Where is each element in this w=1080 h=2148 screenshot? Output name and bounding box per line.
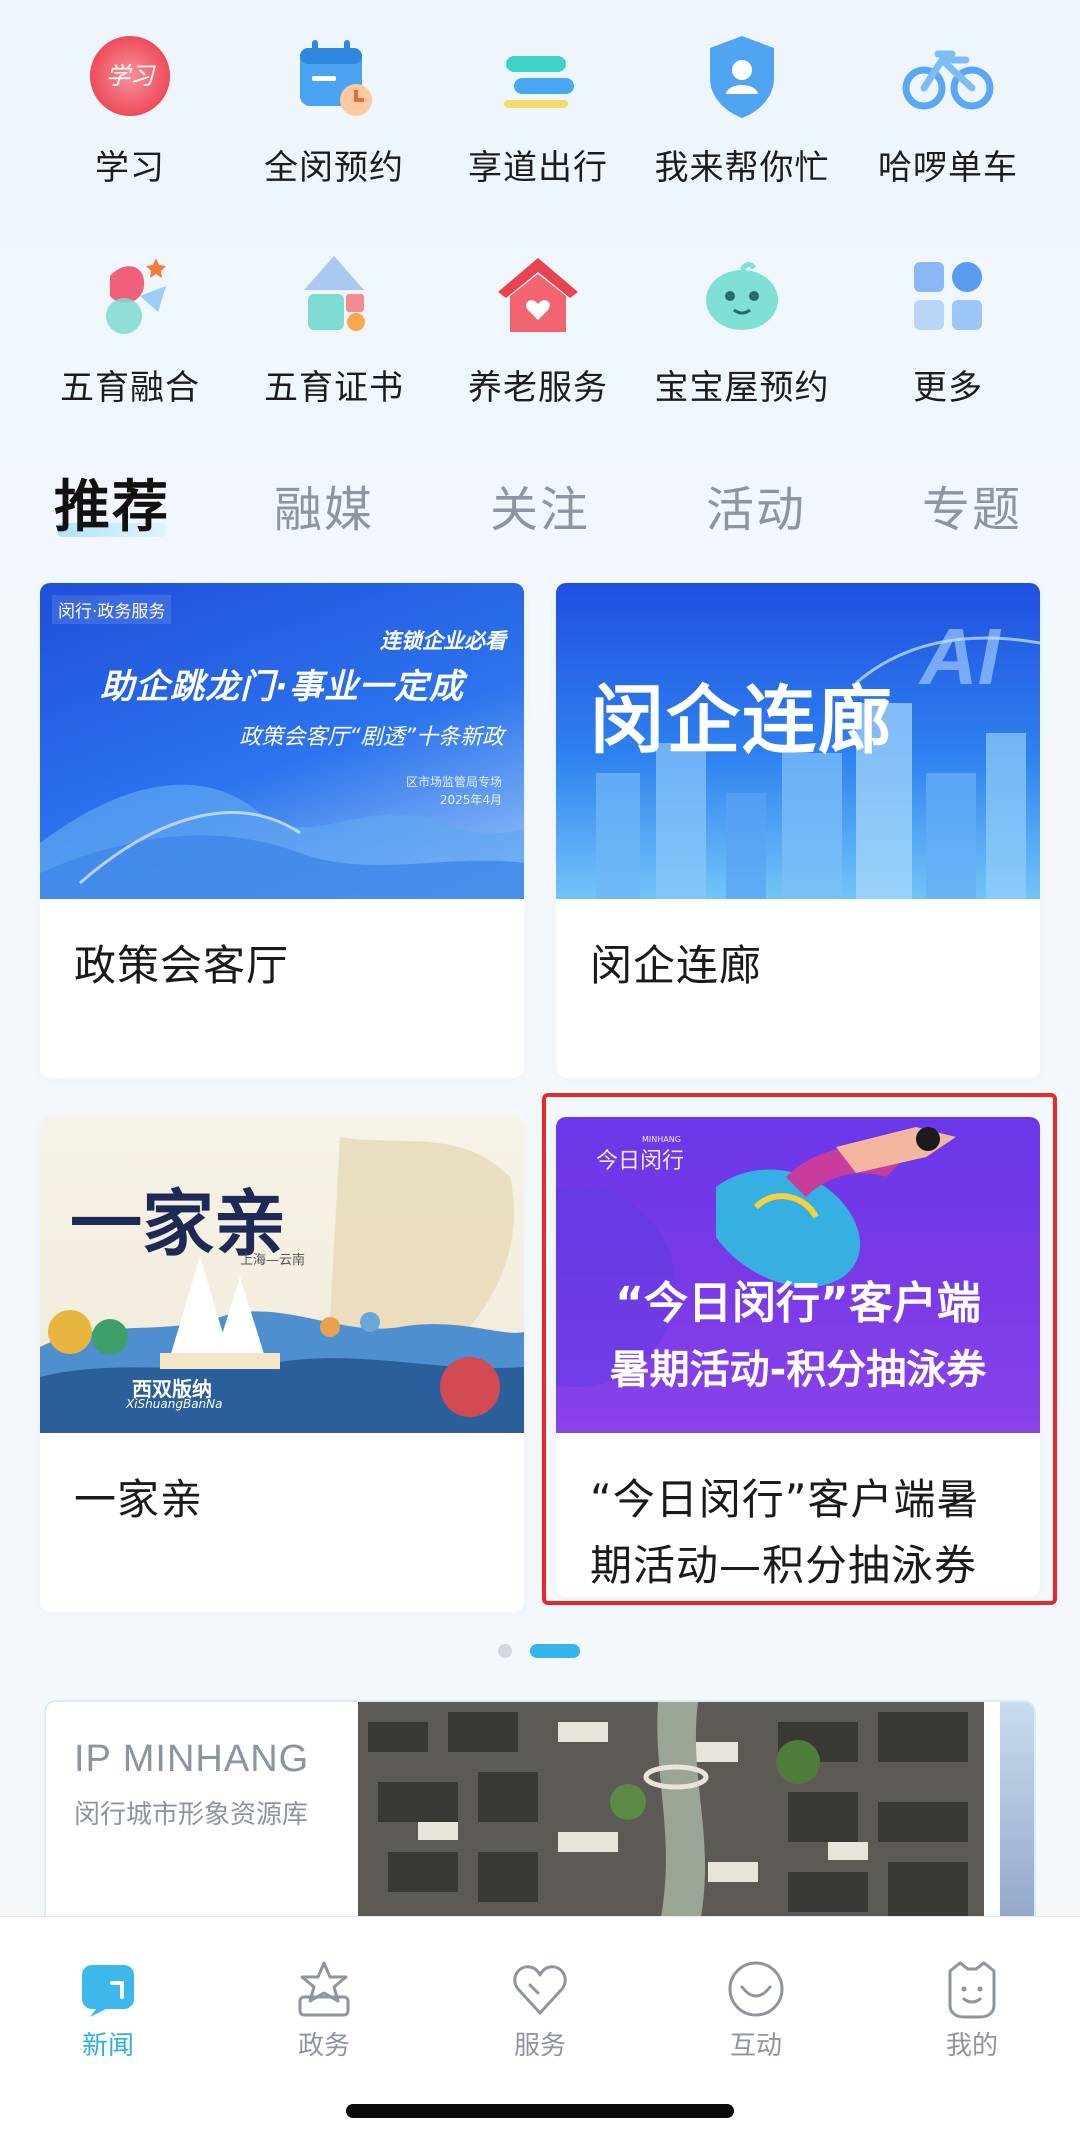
card-ai-mark: AI [920, 612, 1000, 701]
svg-text:学习: 学习 [106, 62, 156, 90]
service-label: 全闵预约 [264, 148, 404, 188]
nav-label: 政务 [297, 2031, 350, 2061]
shapes-icon [304, 256, 365, 331]
card-brand: 今日闵行 [596, 1149, 685, 1174]
card-subline: 政策会客厅“剧透”十条新政 [239, 725, 504, 750]
heart-service-icon [513, 1965, 567, 2015]
nav-interact[interactable]: 互动 [648, 1935, 864, 2065]
service-travel[interactable]: 享道出行 [436, 0, 640, 200]
page-indicator [0, 1640, 1080, 1660]
card-sub: 上海—云南 [240, 1253, 306, 1268]
town-photo [358, 1702, 984, 1930]
tab-recommend[interactable]: 推荐 [54, 462, 170, 543]
tab-media[interactable]: 融媒 [274, 470, 374, 540]
page-dot[interactable] [498, 1644, 512, 1658]
government-icon [298, 1961, 350, 2017]
service-label: 五育证书 [264, 368, 404, 408]
card-brand: 闵行·政务服务 [52, 595, 172, 624]
card-line-2: 暑期活动-积分抽泳券 [609, 1347, 987, 1393]
card-image: 闵行·政务服务 连锁企业必看 助企跳龙门·事业一定成 政策会客厅“剧透”十条新政… [40, 583, 524, 899]
service-grid-row-2: 五育融合 五育证书 养老服务 宝宝屋预约 更多 [0, 220, 1080, 420]
service-label: 享道出行 [468, 148, 608, 188]
card-tag: 连锁企业必看 [380, 629, 506, 653]
card-policy-lounge[interactable]: 闵行·政务服务 连锁企业必看 助企跳龙门·事业一定成 政策会客厅“剧透”十条新政… [40, 583, 524, 1078]
news-icon [82, 1965, 134, 2017]
profile-face-icon [948, 1961, 996, 2019]
service-xuexi[interactable]: 学习 学习 [28, 0, 232, 200]
nav-profile[interactable]: 我的 [864, 1935, 1080, 2065]
card-line-1: “今日闵行”客户端 [615, 1278, 981, 1329]
smile-interact-icon [728, 1961, 784, 2017]
card-footer: 区市场监管局专场 [405, 775, 502, 789]
tab-follow[interactable]: 关注 [490, 470, 590, 540]
card-footer-date: 2025年4月 [439, 793, 502, 807]
service-label: 学习 [95, 148, 165, 188]
card-place-en: XiShuangBanNa [126, 1397, 223, 1411]
service-booking[interactable]: 全闵预约 [232, 0, 436, 200]
star-flower-icon [106, 258, 166, 334]
content-tabs: 推荐 融媒 关注 活动 专题 [0, 460, 1080, 550]
card-summer-activity[interactable]: 今日闵行 MINHANG “今日闵行”客户端 暑期活动-积分抽泳券 “今日闵行”… [556, 1117, 1040, 1597]
service-label: 我来帮你忙 [654, 148, 830, 188]
ip-minhang-banner[interactable]: IP MINHANG 闵行城市形象资源库 [44, 1700, 1036, 1930]
service-label: 哈啰单车 [878, 148, 1018, 188]
xuexi-icon: 学习 [90, 36, 170, 116]
nav-news[interactable]: 新闻 [0, 1935, 216, 2065]
nav-label: 我的 [945, 2031, 998, 2061]
card-title: 一家亲 [74, 1475, 204, 1524]
nav-label: 新闻 [81, 2031, 134, 2061]
card-image: 今日闵行 MINHANG “今日闵行”客户端 暑期活动-积分抽泳券 [556, 1117, 1040, 1433]
baby-icon [706, 262, 778, 330]
service-wuyu[interactable]: 五育融合 [28, 220, 232, 420]
card-enterprise-corridor[interactable]: AI 闵企连廊 闵企连廊 [556, 583, 1040, 1078]
calendar-icon [300, 40, 372, 116]
card-headline: 助企跳龙门·事业一定成 [100, 667, 464, 707]
bicycle-icon [902, 50, 994, 110]
card-one-family[interactable]: 一家亲 上海—云南 西双版纳 XiShuangBanNa 一家亲 [40, 1117, 524, 1612]
banner-subtitle: 闵行城市形象资源库 [74, 1800, 309, 1830]
tab-activity[interactable]: 活动 [706, 470, 806, 540]
card-headline: 闵企连廊 [590, 678, 894, 764]
card-title: 闵企连廊 [590, 941, 763, 990]
travel-icon [504, 56, 574, 108]
nav-service[interactable]: 服务 [432, 1935, 648, 2065]
service-label: 五育融合 [60, 368, 200, 408]
nav-government[interactable]: 政务 [216, 1935, 432, 2065]
banner-title: IP MINHANG [74, 1738, 310, 1780]
service-more[interactable]: 更多 [846, 220, 1050, 420]
service-label: 更多 [913, 368, 983, 408]
card-image: AI 闵企连廊 [556, 583, 1040, 899]
nav-label: 互动 [729, 2031, 782, 2061]
tab-topic[interactable]: 专题 [922, 470, 1022, 540]
page-dot-active[interactable] [530, 1644, 580, 1658]
service-grid-row-1: 学习 学习 全闵预约 享道出行 我来帮你忙 哈啰单车 [0, 0, 1080, 200]
next-banner-edge [1000, 1702, 1034, 1930]
more-grid-icon [914, 262, 982, 330]
service-help[interactable]: 我来帮你忙 [640, 0, 844, 200]
service-certificate[interactable]: 五育证书 [232, 220, 436, 420]
service-bike[interactable]: 哈啰单车 [846, 0, 1050, 200]
home-indicator[interactable] [346, 2104, 734, 2118]
service-elderly[interactable]: 养老服务 [436, 220, 640, 420]
home-heart-icon [498, 258, 578, 332]
service-baby[interactable]: 宝宝屋预约 [640, 220, 844, 420]
card-image: 一家亲 上海—云南 西双版纳 XiShuangBanNa [40, 1117, 524, 1433]
card-title: “今日闵行”客户端暑期活动—积分抽泳券 [590, 1475, 980, 1590]
service-label: 宝宝屋预约 [654, 368, 830, 408]
card-title: 政策会客厅 [74, 941, 290, 990]
card-brand-en: MINHANG [642, 1135, 681, 1144]
shield-person-icon [710, 36, 774, 118]
nav-label: 服务 [513, 2031, 566, 2061]
service-label: 养老服务 [468, 368, 608, 408]
